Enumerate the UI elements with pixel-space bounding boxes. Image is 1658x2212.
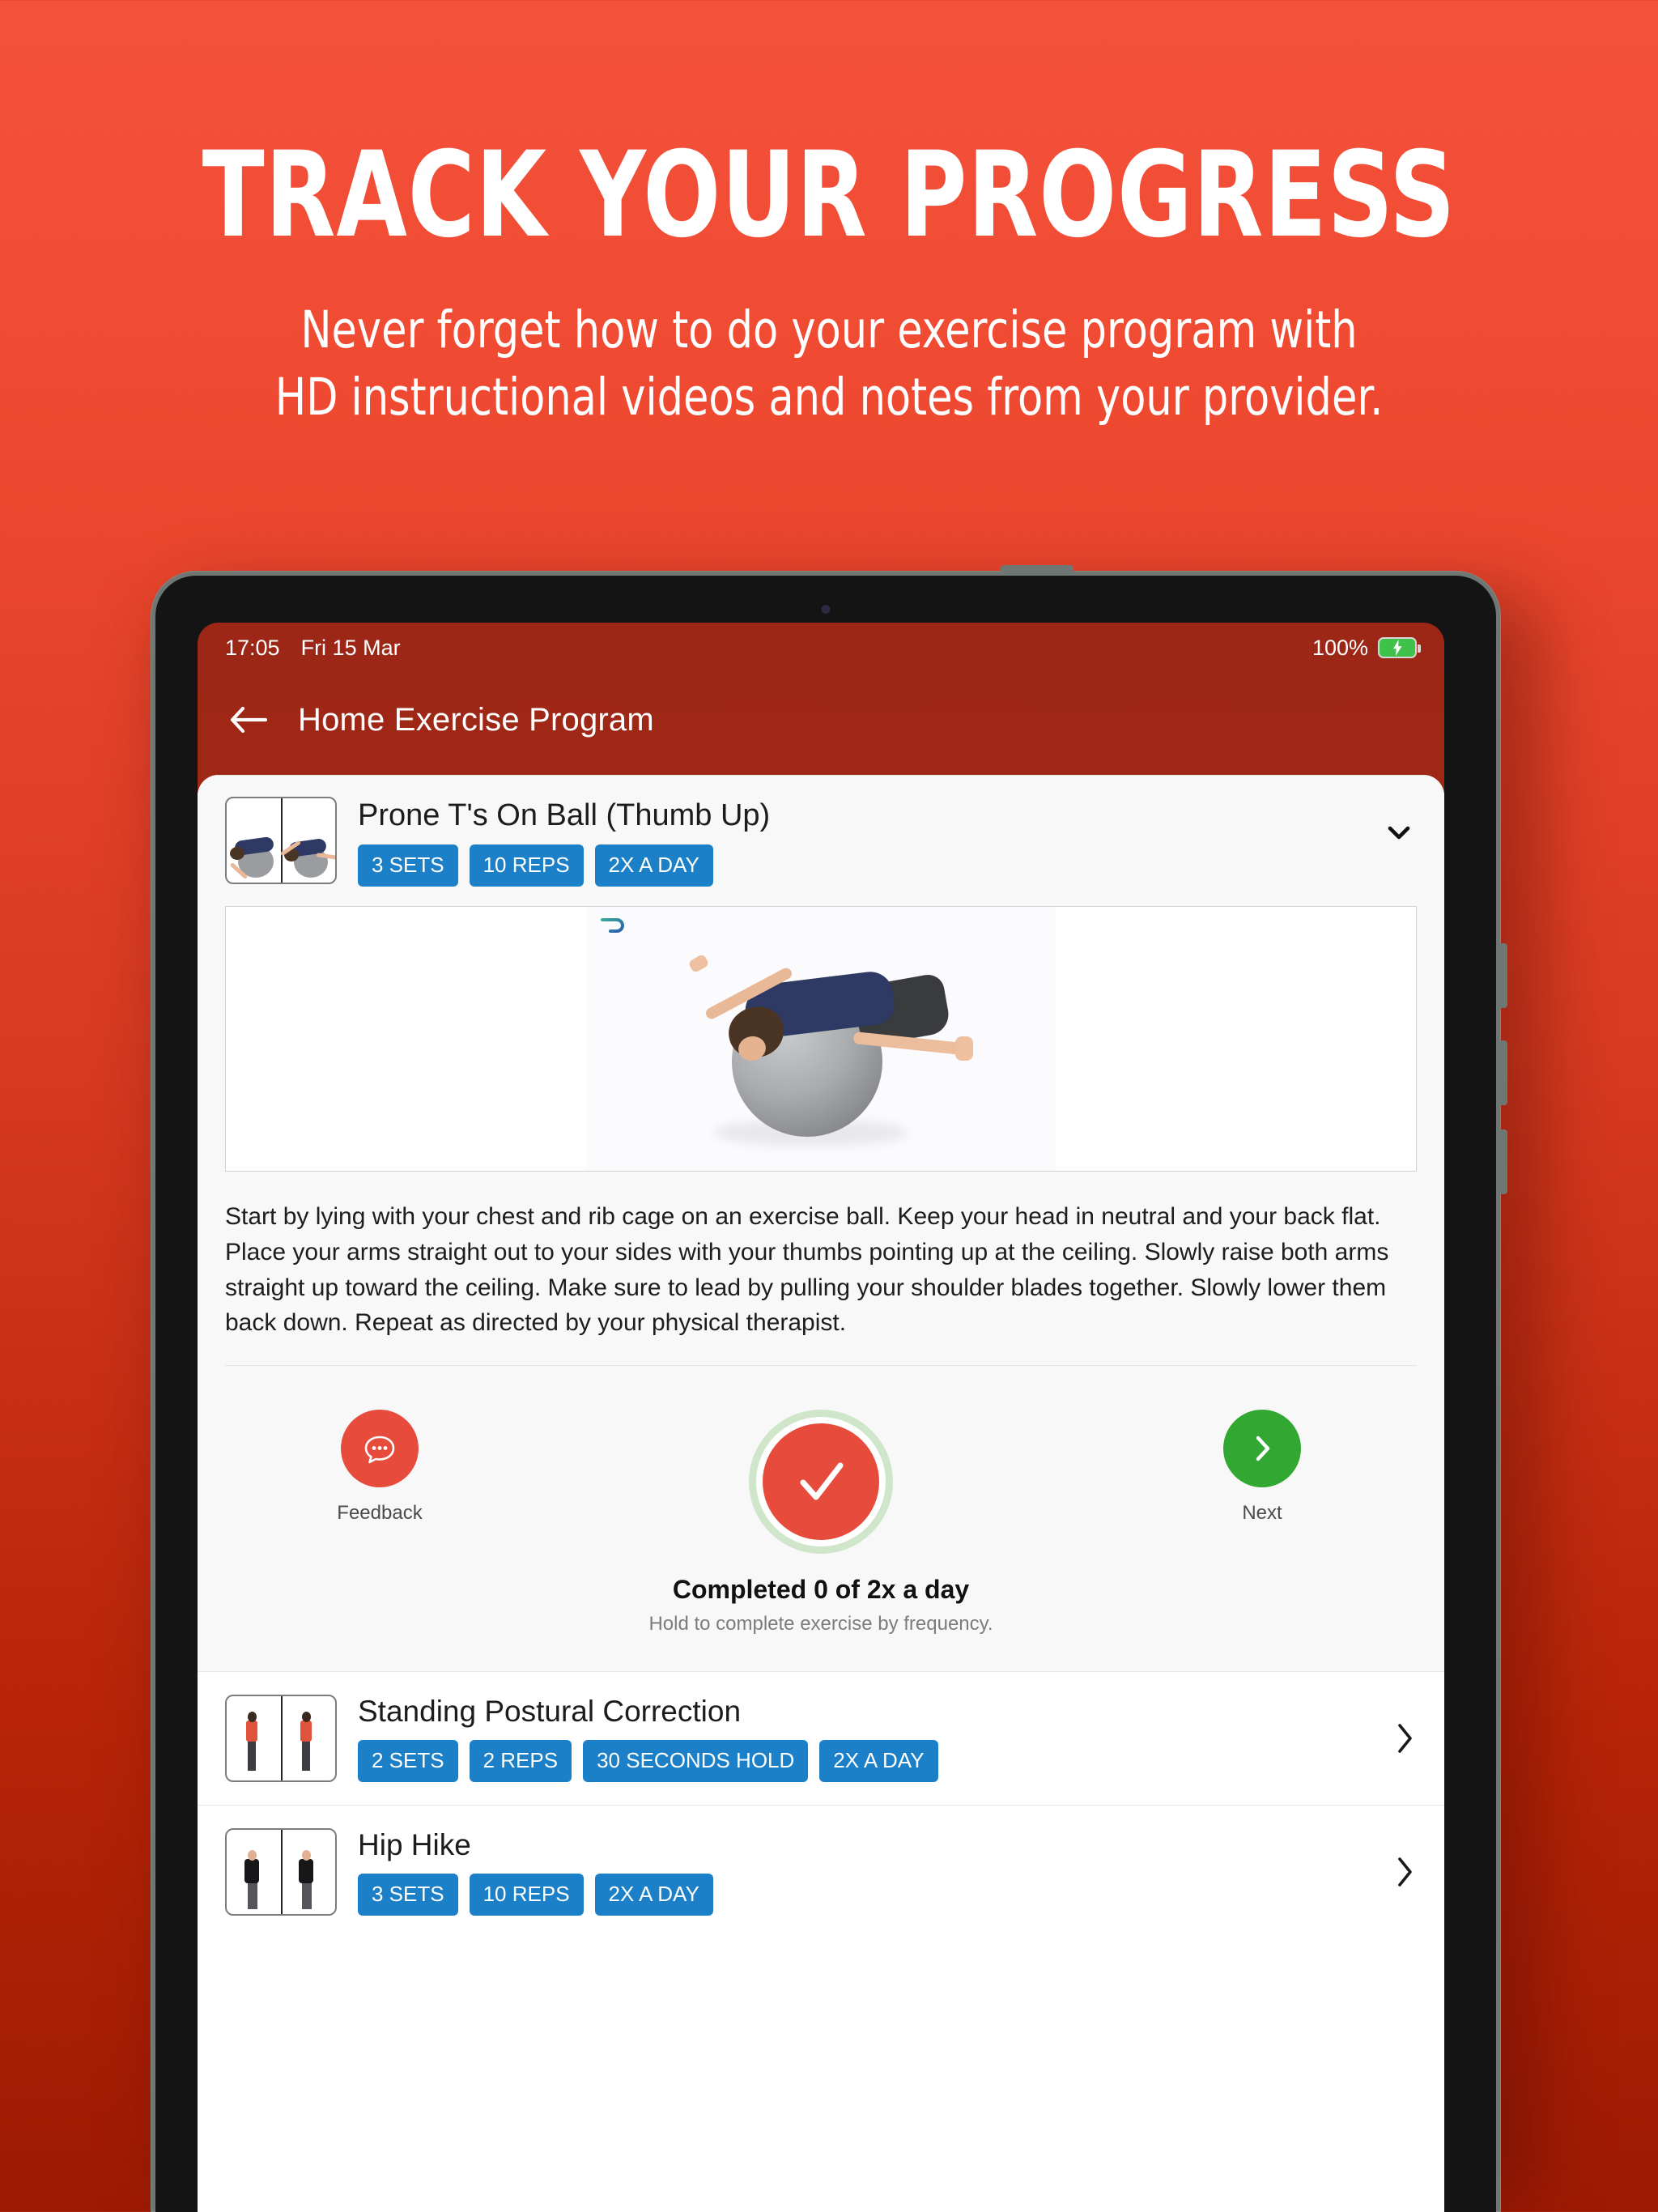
- lightning-bolt-icon: [1393, 640, 1402, 656]
- video-frame: [586, 907, 1056, 1171]
- checkmark-icon: [800, 1462, 844, 1500]
- expanded-exercise-card: Prone T's On Ball (Thumb Up) 3 SETS 10 R…: [198, 775, 1444, 1672]
- front-camera-icon: [821, 605, 831, 614]
- exercise-actions: Feedback Next: [198, 1366, 1444, 1555]
- list-item[interactable]: Standing Postural Correction 2 SETS 2 RE…: [198, 1671, 1444, 1806]
- badge-sets: 2 SETS: [358, 1740, 458, 1783]
- complete-action[interactable]: [728, 1410, 914, 1555]
- completion-status: Completed 0 of 2x a day Hold to complete…: [198, 1554, 1444, 1668]
- app-nav-bar: Home Exercise Program: [198, 673, 1444, 767]
- exercise-badges: 3 SETS 10 REPS 2X A DAY: [358, 844, 1360, 887]
- exercise-thumbnail: [225, 797, 337, 884]
- chevron-right-icon: [1256, 1436, 1270, 1461]
- tablet-device-frame: 17:05 Fri 15 Mar 100% Home Exercise Prog…: [151, 565, 1507, 2212]
- chat-bubble-icon: [364, 1436, 395, 1464]
- complete-ring-inner: [756, 1417, 886, 1547]
- exercise-thumbnail: [225, 1828, 337, 1916]
- feedback-button[interactable]: [341, 1410, 419, 1488]
- battery-percent-label: 100%: [1312, 635, 1368, 660]
- badge-reps: 10 REPS: [469, 844, 584, 887]
- exercise-video-player[interactable]: [225, 906, 1417, 1172]
- page-title: Home Exercise Program: [298, 701, 654, 738]
- thumbnail-figure-left: [227, 1830, 281, 1914]
- complete-progress-ring[interactable]: [749, 1410, 893, 1555]
- badge-hold: 30 SECONDS HOLD: [583, 1740, 809, 1783]
- status-time: 17:05: [225, 635, 280, 660]
- badge-frequency: 2X A DAY: [594, 1874, 713, 1916]
- list-item-text: Hip Hike 3 SETS 10 REPS 2X A DAY: [358, 1828, 1371, 1916]
- promo-title: TRACK YOUR PROGRESS: [202, 126, 1456, 264]
- feedback-action[interactable]: Feedback: [303, 1410, 457, 1525]
- badge-sets: 3 SETS: [358, 844, 458, 887]
- badge-sets: 3 SETS: [358, 1874, 458, 1916]
- status-date: Fri 15 Mar: [300, 635, 401, 660]
- video-scene: [586, 907, 1056, 1171]
- exercise-thumbnail: [225, 1695, 337, 1783]
- thumbnail-figures: [227, 1696, 335, 1780]
- promo-header: TRACK YOUR PROGRESS Never forget how to …: [0, 0, 1658, 431]
- next-button[interactable]: [1223, 1410, 1301, 1488]
- chevron-right-icon[interactable]: [1392, 1853, 1417, 1891]
- list-item-text: Standing Postural Correction 2 SETS 2 RE…: [358, 1695, 1371, 1783]
- arrow-left-icon[interactable]: [230, 706, 267, 734]
- exercise-badges: 2 SETS 2 REPS 30 SECONDS HOLD 2X A DAY: [358, 1740, 1371, 1783]
- promo-subtitle-line-2: HD instructional videos and notes from y…: [274, 368, 1384, 428]
- exercise-title: Hip Hike: [358, 1828, 471, 1862]
- status-bar-left: 17:05 Fri 15 Mar: [225, 636, 401, 661]
- status-bar: 17:05 Fri 15 Mar 100%: [198, 623, 1444, 673]
- completion-count: Completed 0 of 2x a day: [672, 1575, 970, 1605]
- thumbnail-figure-right: [279, 798, 335, 883]
- thumbnail-figure-left: [227, 1696, 281, 1780]
- next-action[interactable]: Next: [1185, 1410, 1339, 1525]
- list-item[interactable]: Hip Hike 3 SETS 10 REPS 2X A DAY: [198, 1805, 1444, 1939]
- app-screen: 17:05 Fri 15 Mar 100% Home Exercise Prog…: [198, 623, 1444, 2212]
- badge-reps: 10 REPS: [469, 1874, 584, 1916]
- promo-subtitle: Never forget how to do your exercise pro…: [83, 296, 1575, 431]
- device-side-button-1[interactable]: [1500, 943, 1507, 1008]
- complete-button[interactable]: [763, 1423, 879, 1541]
- device-bezel: 17:05 Fri 15 Mar 100% Home Exercise Prog…: [155, 576, 1496, 2212]
- exercise-card-text: Prone T's On Ball (Thumb Up) 3 SETS 10 R…: [358, 797, 1360, 887]
- content-panel: Prone T's On Ball (Thumb Up) 3 SETS 10 R…: [198, 775, 1444, 2212]
- device-volume-up-button[interactable]: [1500, 1040, 1507, 1105]
- completion-hint: Hold to complete exercise by frequency.: [648, 1613, 993, 1636]
- status-bar-right: 100%: [1312, 635, 1421, 661]
- thumbnail-figures: [227, 1830, 335, 1914]
- exercise-title: Standing Postural Correction: [358, 1695, 742, 1729]
- device-power-button[interactable]: [1001, 565, 1073, 572]
- battery-charging-icon: [1378, 637, 1421, 658]
- thumbnail-figure-left: [227, 798, 281, 883]
- figure-lowered-hand: [955, 1036, 973, 1061]
- badge-frequency: 2X A DAY: [819, 1740, 938, 1783]
- exercise-badges: 3 SETS 10 REPS 2X A DAY: [358, 1874, 1371, 1916]
- badge-reps: 2 REPS: [469, 1740, 572, 1783]
- next-label: Next: [1242, 1502, 1282, 1525]
- figure-raised-hand: [687, 953, 710, 974]
- exercise-title: Prone T's On Ball (Thumb Up): [358, 798, 771, 832]
- chevron-down-icon[interactable]: [1381, 815, 1417, 850]
- exercise-description: Start by lying with your chest and rib c…: [225, 1203, 1389, 1337]
- exercise-card-header[interactable]: Prone T's On Ball (Thumb Up) 3 SETS 10 R…: [198, 776, 1444, 906]
- thumbnail-figure-right: [281, 1696, 335, 1780]
- thumbnail-figures: [227, 798, 335, 883]
- thumbnail-figure-right: [281, 1830, 335, 1914]
- feedback-label: Feedback: [337, 1502, 423, 1525]
- promo-subtitle-line-1: Never forget how to do your exercise pro…: [300, 300, 1358, 359]
- badge-frequency: 2X A DAY: [594, 844, 713, 887]
- device-volume-down-button[interactable]: [1500, 1129, 1507, 1194]
- chevron-right-icon[interactable]: [1392, 1719, 1417, 1758]
